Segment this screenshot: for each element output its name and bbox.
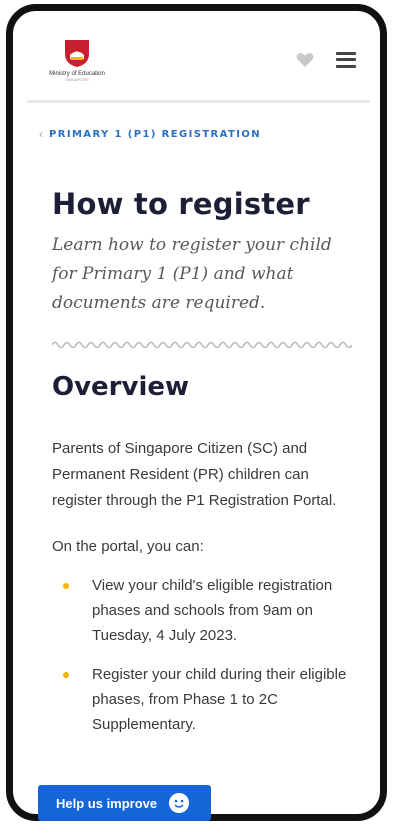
logo-subtext: SINGAPORE <box>65 76 89 82</box>
portal-list: View your child's eligible registration … <box>52 573 352 737</box>
breadcrumb-link[interactable]: PRIMARY 1 (P1) REGISTRATION <box>49 129 261 140</box>
overview-intro: Parents of Singapore Citizen (SC) and Pe… <box>52 440 337 509</box>
page-title: How to register <box>52 187 310 221</box>
main-content: How to register Learn how to register yo… <box>27 187 370 737</box>
help-us-improve-button[interactable]: Help us improve <box>38 785 211 821</box>
smile-icon <box>169 793 190 813</box>
chevron-left-icon: ‹ <box>39 127 43 141</box>
list-item: Register your child during their eligibl… <box>52 662 352 737</box>
list-item: View your child's eligible registration … <box>52 573 352 648</box>
heart-icon[interactable] <box>296 52 314 68</box>
overview-heading: Overview <box>52 372 190 402</box>
breadcrumb: ‹ PRIMARY 1 (P1) REGISTRATION <box>27 127 370 141</box>
portal-lead: On the portal, you can: <box>52 538 204 555</box>
list-item-text: View your child's eligible registration … <box>92 577 333 644</box>
site-header: Ministry of Education SINGAPORE <box>27 19 370 103</box>
list-item-text: Register your child during their eligibl… <box>92 666 347 733</box>
phone-frame: Ministry of Education SINGAPORE ‹ PRIMAR… <box>6 4 387 821</box>
logo-text: Ministry of Education <box>49 70 105 77</box>
screen: Ministry of Education SINGAPORE ‹ PRIMAR… <box>27 19 370 804</box>
page-subtitle: Learn how to register your child for Pri… <box>52 235 332 313</box>
help-button-label: Help us improve <box>56 795 158 811</box>
bullet-dot <box>63 583 69 589</box>
wave-divider <box>52 341 352 349</box>
header-actions <box>296 51 356 68</box>
moe-logo[interactable]: Ministry of Education SINGAPORE <box>39 38 115 82</box>
crest-icon <box>65 39 89 67</box>
bullet-dot <box>63 672 69 678</box>
menu-icon[interactable] <box>336 51 356 68</box>
